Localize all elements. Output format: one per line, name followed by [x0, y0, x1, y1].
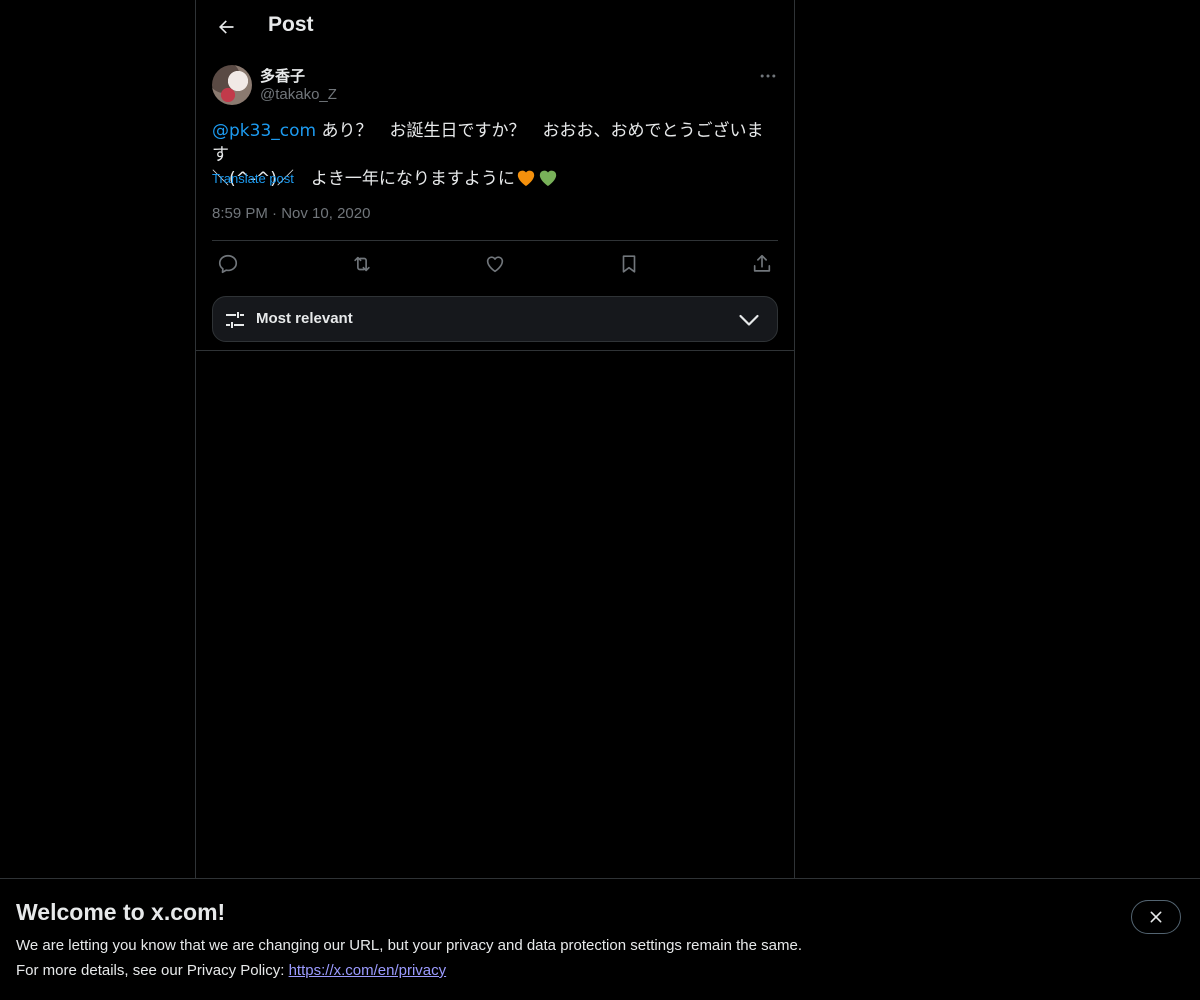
like-icon — [486, 256, 504, 273]
reply-sort-dropdown[interactable]: Most relevant — [212, 296, 778, 342]
mention-link[interactable]: @pk33_com — [212, 121, 316, 141]
post-timestamp: 8:59 PM · Nov 10, 2020 — [212, 205, 370, 222]
post-actions — [212, 248, 778, 280]
share-icon — [753, 254, 771, 272]
translate-post-link[interactable]: Translate post — [212, 171, 294, 186]
post-date[interactable]: Nov 10, 2020 — [281, 205, 370, 222]
banner-message: We are letting you know that we are chan… — [16, 937, 802, 954]
author-name[interactable]: 多香子 — [260, 65, 305, 86]
reply-button[interactable] — [212, 248, 244, 280]
more-options-button[interactable] — [756, 64, 780, 88]
banner-details-text: For more details, see our Privacy Policy… — [16, 962, 289, 979]
bookmark-button[interactable] — [613, 248, 645, 280]
close-icon — [1150, 911, 1162, 923]
arrow-left-icon — [219, 20, 234, 34]
reply-icon — [218, 254, 238, 274]
section-divider — [196, 350, 794, 351]
avatar[interactable] — [212, 65, 252, 105]
sort-label: Most relevant — [256, 310, 353, 327]
repost-icon — [353, 256, 370, 272]
post-time[interactable]: 8:59 PM — [212, 205, 268, 222]
welcome-banner: Welcome to x.com! We are letting you kno… — [0, 878, 1200, 1000]
timestamp-separator: · — [272, 205, 278, 222]
green-heart-icon — [537, 167, 559, 194]
orange-heart-icon — [515, 167, 537, 194]
share-button[interactable] — [746, 248, 778, 280]
page-title: Post — [268, 13, 314, 36]
post-text: @pk33_com あり？ お誕生日ですか？ おおお、おめでとうございます ＼(… — [212, 119, 778, 194]
repost-button[interactable] — [346, 248, 378, 280]
privacy-policy-link[interactable]: https://x.com/en/privacy — [289, 962, 447, 979]
banner-title: Welcome to x.com! — [16, 899, 226, 925]
like-button[interactable] — [479, 248, 511, 280]
chevron-down-icon — [739, 314, 759, 326]
main-column: Post 多香子 @takako_Z @pk33_com あり？ お誕生日ですか… — [195, 0, 795, 1000]
sliders-icon — [226, 312, 244, 328]
author-handle[interactable]: @takako_Z — [260, 86, 337, 103]
more-icon — [760, 74, 776, 78]
bookmark-icon — [622, 255, 635, 273]
back-button[interactable] — [208, 9, 244, 45]
banner-details: For more details, see our Privacy Policy… — [16, 962, 446, 979]
divider — [212, 240, 778, 241]
banner-close-button[interactable] — [1131, 900, 1181, 934]
page-header: Post — [196, 0, 794, 54]
